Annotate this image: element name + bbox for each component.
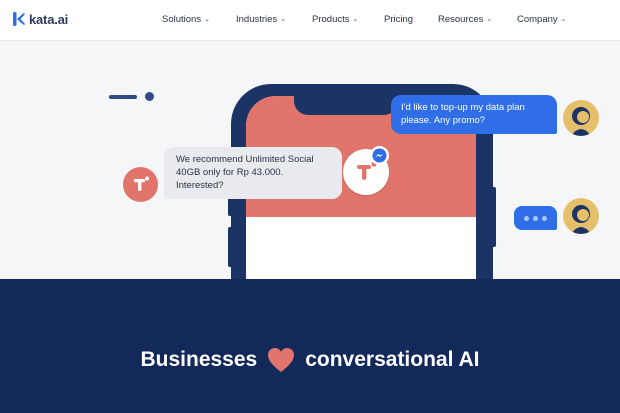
nav-solutions[interactable]: Solutions ⌄ <box>162 14 210 25</box>
nav-label: Industries <box>236 14 278 25</box>
site-header: kata.ai Solutions ⌄ Industries ⌄ Product… <box>0 0 620 41</box>
nav-pricing[interactable]: Pricing <box>384 14 413 25</box>
messenger-icon <box>372 148 387 163</box>
chevron-down-icon: ⌄ <box>560 15 567 23</box>
tagline-start: Businesses <box>140 348 258 371</box>
messenger-badge <box>370 146 389 165</box>
tagline: Businesses conversational AI <box>0 347 620 373</box>
nav-label: Products <box>312 14 350 25</box>
user-message-text: I'd like to top-up my data plan please. … <box>401 102 525 126</box>
nav-label: Company <box>517 14 558 25</box>
nav-company[interactable]: Company ⌄ <box>517 14 567 25</box>
bot-message-text: We recommend Unlimited Social 40GB only … <box>176 154 314 191</box>
tagline-section: Businesses conversational AI <box>0 279 620 413</box>
heart-icon <box>268 348 295 372</box>
nav-resources[interactable]: Resources ⌄ <box>438 14 492 25</box>
phone-side-button <box>228 227 232 267</box>
chevron-down-icon: ⌄ <box>204 15 210 23</box>
typing-dot <box>542 215 547 221</box>
nav-label: Solutions <box>162 14 202 25</box>
nav-label: Pricing <box>384 14 414 25</box>
phone-side-button <box>492 187 496 247</box>
tagline-end: conversational AI <box>305 348 480 371</box>
chevron-down-icon: ⌄ <box>280 15 287 23</box>
bot-chat-bubble: We recommend Unlimited Social 40GB only … <box>164 147 342 199</box>
typing-dot <box>524 215 529 221</box>
user-avatar <box>563 198 599 234</box>
user-chat-bubble: I'd like to top-up my data plan please. … <box>391 95 557 134</box>
phone-speaker <box>109 95 137 99</box>
user-avatar <box>563 100 599 136</box>
phone-notch <box>294 96 398 115</box>
person-icon <box>571 107 591 136</box>
nav-products[interactable]: Products ⌄ <box>312 14 358 25</box>
nav-label: Resources <box>438 14 484 25</box>
brand-logo[interactable]: kata.ai <box>12 11 68 27</box>
phone-camera <box>145 92 154 101</box>
kata-logo-icon <box>13 12 25 26</box>
chevron-down-icon: ⌄ <box>486 15 493 23</box>
nav-industries[interactable]: Industries ⌄ <box>236 14 286 25</box>
bot-avatar <box>123 167 158 202</box>
brand-name: kata.ai <box>29 11 69 27</box>
kata-bot-icon <box>134 176 149 191</box>
chevron-down-icon: ⌄ <box>352 15 359 23</box>
typing-indicator <box>514 206 557 230</box>
typing-dot <box>533 215 538 221</box>
person-icon <box>571 205 591 234</box>
